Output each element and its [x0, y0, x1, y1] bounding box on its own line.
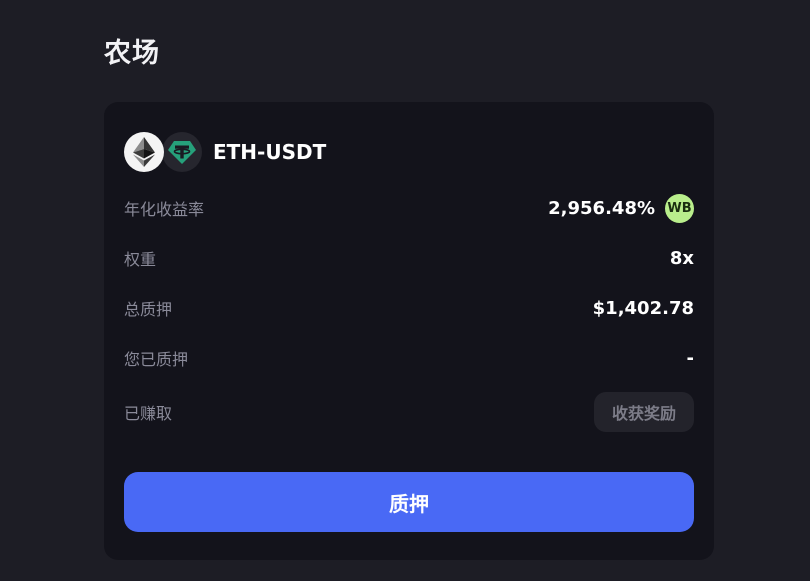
pair-header: ETH-USDT — [124, 132, 326, 172]
apr-value: 2,956.48% — [548, 197, 655, 219]
apr-label: 年化收益率 — [124, 200, 205, 219]
wb-token-icon: WB — [665, 193, 694, 223]
your-staked-value: - — [686, 347, 694, 369]
earned-row: 已赚取 收获奖励 — [124, 392, 694, 432]
weight-label: 权重 — [124, 250, 157, 269]
weight-row: 权重 8x — [124, 242, 694, 274]
earned-label: 已赚取 — [124, 404, 173, 423]
farm-page: 农场 ETH-USDT 年化收益率 2,956.48% WB 权重 8x 总质押… — [0, 0, 810, 581]
ethereum-icon — [124, 132, 164, 172]
total-staked-row: 总质押 $1,402.78 — [124, 292, 694, 324]
your-staked-row: 您已质押 - — [124, 342, 694, 374]
page-title: 农场 — [104, 38, 160, 69]
total-staked-label: 总质押 — [124, 300, 173, 319]
farm-card: ETH-USDT 年化收益率 2,956.48% WB 权重 8x 总质押 $1… — [104, 102, 714, 560]
apr-value-group: 2,956.48% WB — [548, 193, 694, 223]
total-staked-value: $1,402.78 — [592, 297, 694, 319]
stake-button[interactable]: 质押 — [124, 472, 694, 532]
your-staked-label: 您已质押 — [124, 350, 189, 369]
apr-row: 年化收益率 2,956.48% WB — [124, 192, 694, 224]
harvest-button[interactable]: 收获奖励 — [594, 392, 694, 432]
pair-name: ETH-USDT — [213, 140, 327, 164]
tether-icon — [162, 132, 202, 172]
weight-value: 8x — [669, 247, 694, 269]
